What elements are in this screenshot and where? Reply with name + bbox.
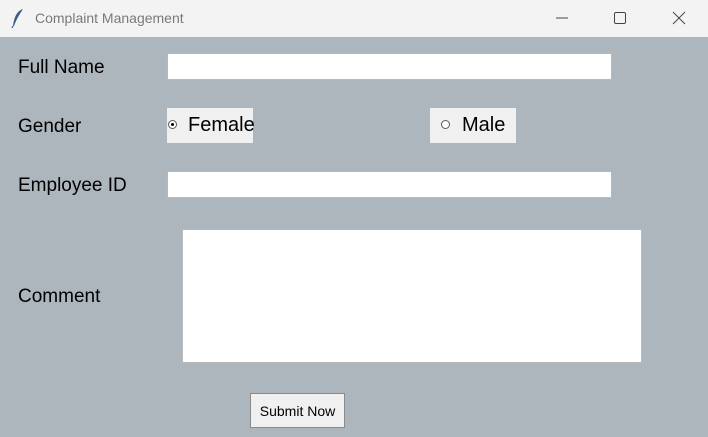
maximize-button[interactable] <box>597 0 643 37</box>
radio-unselected-icon <box>441 120 450 129</box>
gender-radio-male[interactable]: Male <box>430 108 516 143</box>
app-window: Complaint Management Full Name Gender Fe… <box>0 0 708 437</box>
comment-textarea[interactable] <box>182 229 642 363</box>
title-bar[interactable]: Complaint Management <box>0 0 708 37</box>
radio-label-male: Male <box>462 114 506 136</box>
full-name-input[interactable] <box>167 53 612 80</box>
form-area: Full Name Gender Female Male Employee ID… <box>0 37 708 437</box>
comment-label: Comment <box>18 286 101 307</box>
maximize-icon <box>614 12 626 24</box>
minimize-button[interactable] <box>539 0 585 37</box>
radio-selected-icon <box>168 120 177 129</box>
gender-radio-female[interactable]: Female <box>167 108 255 143</box>
submit-button[interactable]: Submit Now <box>250 393 345 428</box>
full-name-label: Full Name <box>18 57 105 78</box>
close-icon <box>672 11 686 25</box>
feather-icon <box>11 8 25 29</box>
radio-label-female: Female <box>188 114 255 136</box>
minimize-icon <box>556 17 568 19</box>
close-button[interactable] <box>656 0 702 37</box>
window-title: Complaint Management <box>35 10 184 26</box>
gender-label: Gender <box>18 116 82 137</box>
employee-id-label: Employee ID <box>18 175 127 196</box>
employee-id-input[interactable] <box>167 171 612 198</box>
